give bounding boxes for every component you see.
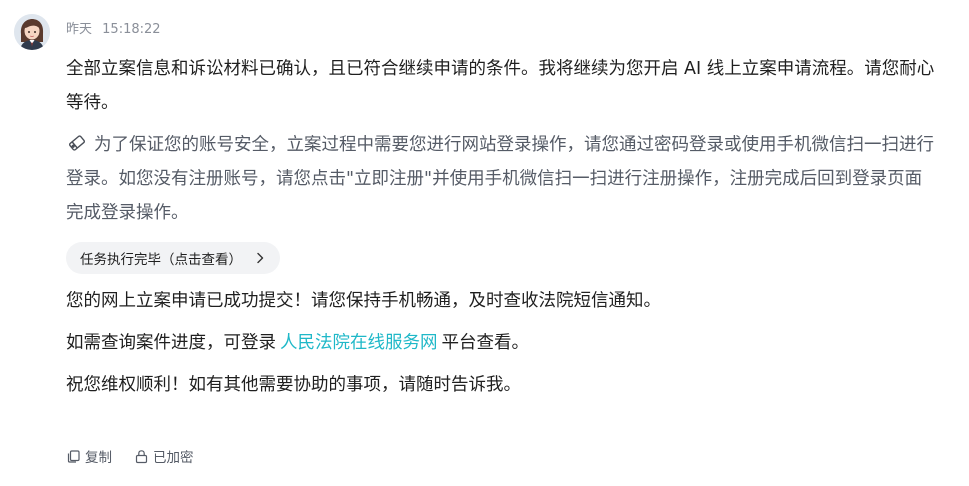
message-timestamp: 昨天 15:18:22 [66, 18, 161, 37]
copy-button[interactable]: 复制 [66, 446, 112, 466]
lock-icon [135, 449, 148, 463]
tag-icon [68, 135, 86, 151]
task-chip-label: 任务执行完毕（点击查看） [80, 252, 242, 268]
paragraph-closing: 祝您维权顺利！如有其他需要协助的事项，请随时告诉我。 [66, 375, 521, 395]
encrypted-indicator[interactable]: 已加密 [134, 446, 194, 466]
progress-text-after: 平台查看。 [441, 333, 530, 353]
task-result-chip[interactable]: 任务执行完毕（点击查看） [66, 242, 280, 274]
paragraph-confirmation: 全部立案信息和诉讼材料已确认，且已符合继续申请的条件。我将继续为您开启 AI 线… [66, 59, 935, 113]
message-actions: 复制 已加密 [66, 446, 216, 466]
login-notice: 为了保证您的账号安全，立案过程中需要您进行网站登录操作，请您通过密码登录或使用手… [66, 128, 936, 230]
message-content: 全部立案信息和诉讼材料已确认，且已符合继续申请的条件。我将继续为您开启 AI 线… [66, 52, 936, 402]
paragraph-progress: 如需查询案件进度，可登录 人民法院在线服务网 平台查看。 [66, 326, 936, 360]
paragraph-submitted: 您的网上立案申请已成功提交！请您保持手机畅通，及时查收法院短信通知。 [66, 291, 661, 311]
encrypted-label: 已加密 [153, 450, 194, 466]
timestamp-clock: 15:18:22 [102, 22, 161, 37]
chevron-right-icon [257, 252, 264, 264]
assistant-message: 昨天 15:18:22 全部立案信息和诉讼材料已确认，且已符合继续申请的条件。我… [0, 0, 969, 486]
copy-label: 复制 [85, 450, 112, 466]
copy-icon [67, 449, 80, 463]
court-service-link[interactable]: 人民法院在线服务网 [280, 333, 438, 353]
assistant-avatar[interactable] [14, 14, 50, 50]
progress-text-before: 如需查询案件进度，可登录 [66, 333, 276, 353]
timestamp-day: 昨天 [66, 22, 93, 37]
login-notice-text: 为了保证您的账号安全，立案过程中需要您进行网站登录操作，请您通过密码登录或使用手… [66, 135, 934, 223]
